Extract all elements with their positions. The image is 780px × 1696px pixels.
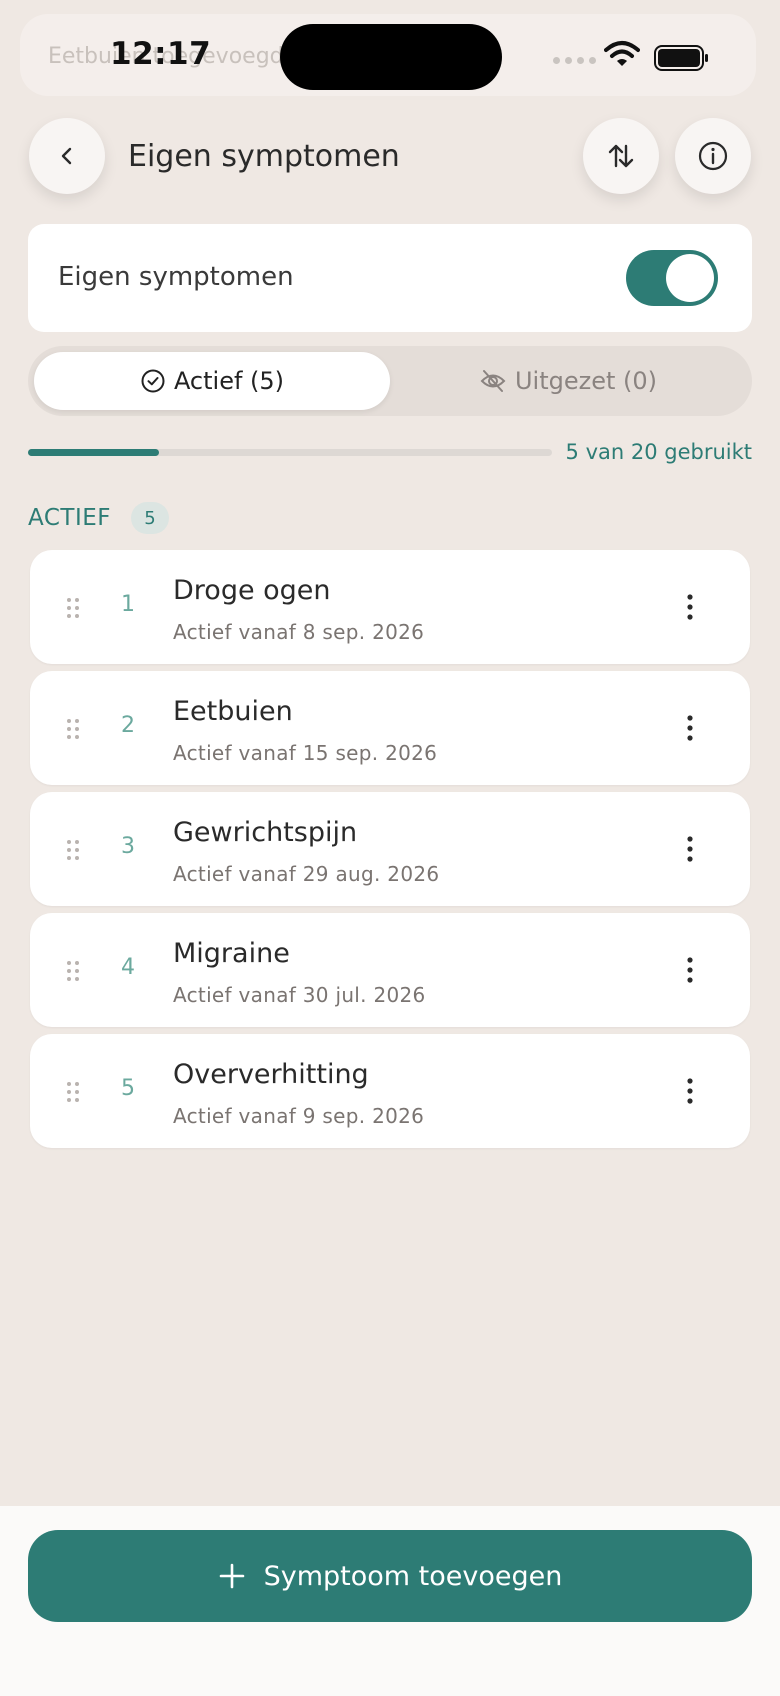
more-vertical-icon[interactable]: [686, 957, 694, 983]
list-item[interactable]: 4 Migraine Actief vanaf 30 jul. 2026: [30, 913, 750, 1027]
item-number: 5: [121, 1076, 135, 1101]
plus-icon: [219, 1563, 244, 1589]
item-subtitle: Actief vanaf 9 sep. 2026: [173, 1104, 425, 1128]
more-vertical-icon[interactable]: [686, 836, 694, 862]
info-icon: [698, 141, 728, 171]
info-button[interactable]: [675, 118, 751, 194]
drag-handle-icon[interactable]: [66, 839, 80, 861]
sort-button[interactable]: [583, 118, 659, 194]
drag-handle-icon[interactable]: [66, 597, 80, 619]
back-button[interactable]: [29, 118, 105, 194]
item-title: Migraine: [173, 938, 290, 969]
tab-disabled[interactable]: Uitgezet (0): [390, 352, 746, 410]
tab-active-label: Actief (5): [173, 367, 285, 395]
symptom-list: 1 Droge ogen Actief vanaf 8 sep. 2026 2 …: [30, 550, 750, 1155]
tab-disabled-label: Uitgezet (0): [514, 367, 658, 395]
usage-progress-fill: [28, 449, 159, 456]
item-number: 4: [121, 955, 135, 980]
signal-icon: [553, 57, 596, 64]
dynamic-island: [280, 24, 502, 90]
item-number: 2: [121, 713, 135, 738]
item-title: Eetbuien: [173, 696, 293, 727]
usage-text: 5 van 20 gebruikt: [565, 440, 752, 464]
item-number: 1: [121, 592, 135, 617]
list-item[interactable]: 2 Eetbuien Actief vanaf 15 sep. 2026: [30, 671, 750, 785]
battery-icon: [654, 45, 708, 71]
tab-active[interactable]: Actief (5): [34, 352, 390, 410]
check-circle-icon: [141, 369, 165, 393]
more-vertical-icon[interactable]: [686, 1078, 694, 1104]
more-vertical-icon[interactable]: [686, 715, 694, 741]
add-symptom-label: Symptoom toevoegen: [263, 1560, 563, 1592]
page-title: Eigen symptomen: [128, 139, 400, 174]
section-title: ACTIEF: [28, 505, 111, 531]
drag-handle-icon[interactable]: [66, 718, 80, 740]
custom-symptoms-toggle-card: Eigen symptomen: [28, 224, 752, 332]
drag-handle-icon[interactable]: [66, 960, 80, 982]
usage-progress-bar: [28, 449, 552, 456]
item-title: Oververhitting: [173, 1059, 369, 1090]
chevron-left-icon: [61, 147, 72, 165]
item-subtitle: Actief vanaf 29 aug. 2026: [173, 862, 440, 886]
wifi-icon: [604, 41, 640, 66]
status-segmented-control: Actief (5) Uitgezet (0): [28, 346, 752, 416]
item-title: Droge ogen: [173, 575, 331, 606]
sort-arrows-icon: [608, 144, 634, 168]
item-title: Gewrichtspijn: [173, 817, 358, 848]
section-count-badge: 5: [131, 502, 169, 534]
status-time: 12:17: [110, 36, 212, 72]
item-subtitle: Actief vanaf 8 sep. 2026: [173, 620, 425, 644]
toggle-label: Eigen symptomen: [58, 262, 294, 292]
item-number: 3: [121, 834, 135, 859]
custom-symptoms-switch[interactable]: [626, 250, 718, 306]
item-subtitle: Actief vanaf 15 sep. 2026: [173, 741, 438, 765]
item-subtitle: Actief vanaf 30 jul. 2026: [173, 983, 426, 1007]
switch-knob: [666, 254, 714, 302]
add-symptom-button[interactable]: Symptoom toevoegen: [28, 1530, 752, 1622]
more-vertical-icon[interactable]: [686, 594, 694, 620]
list-item[interactable]: 5 Oververhitting Actief vanaf 9 sep. 202…: [30, 1034, 750, 1148]
list-item[interactable]: 3 Gewrichtspijn Actief vanaf 29 aug. 202…: [30, 792, 750, 906]
list-item[interactable]: 1 Droge ogen Actief vanaf 8 sep. 2026: [30, 550, 750, 664]
eye-off-icon: [480, 370, 506, 392]
drag-handle-icon[interactable]: [66, 1081, 80, 1103]
